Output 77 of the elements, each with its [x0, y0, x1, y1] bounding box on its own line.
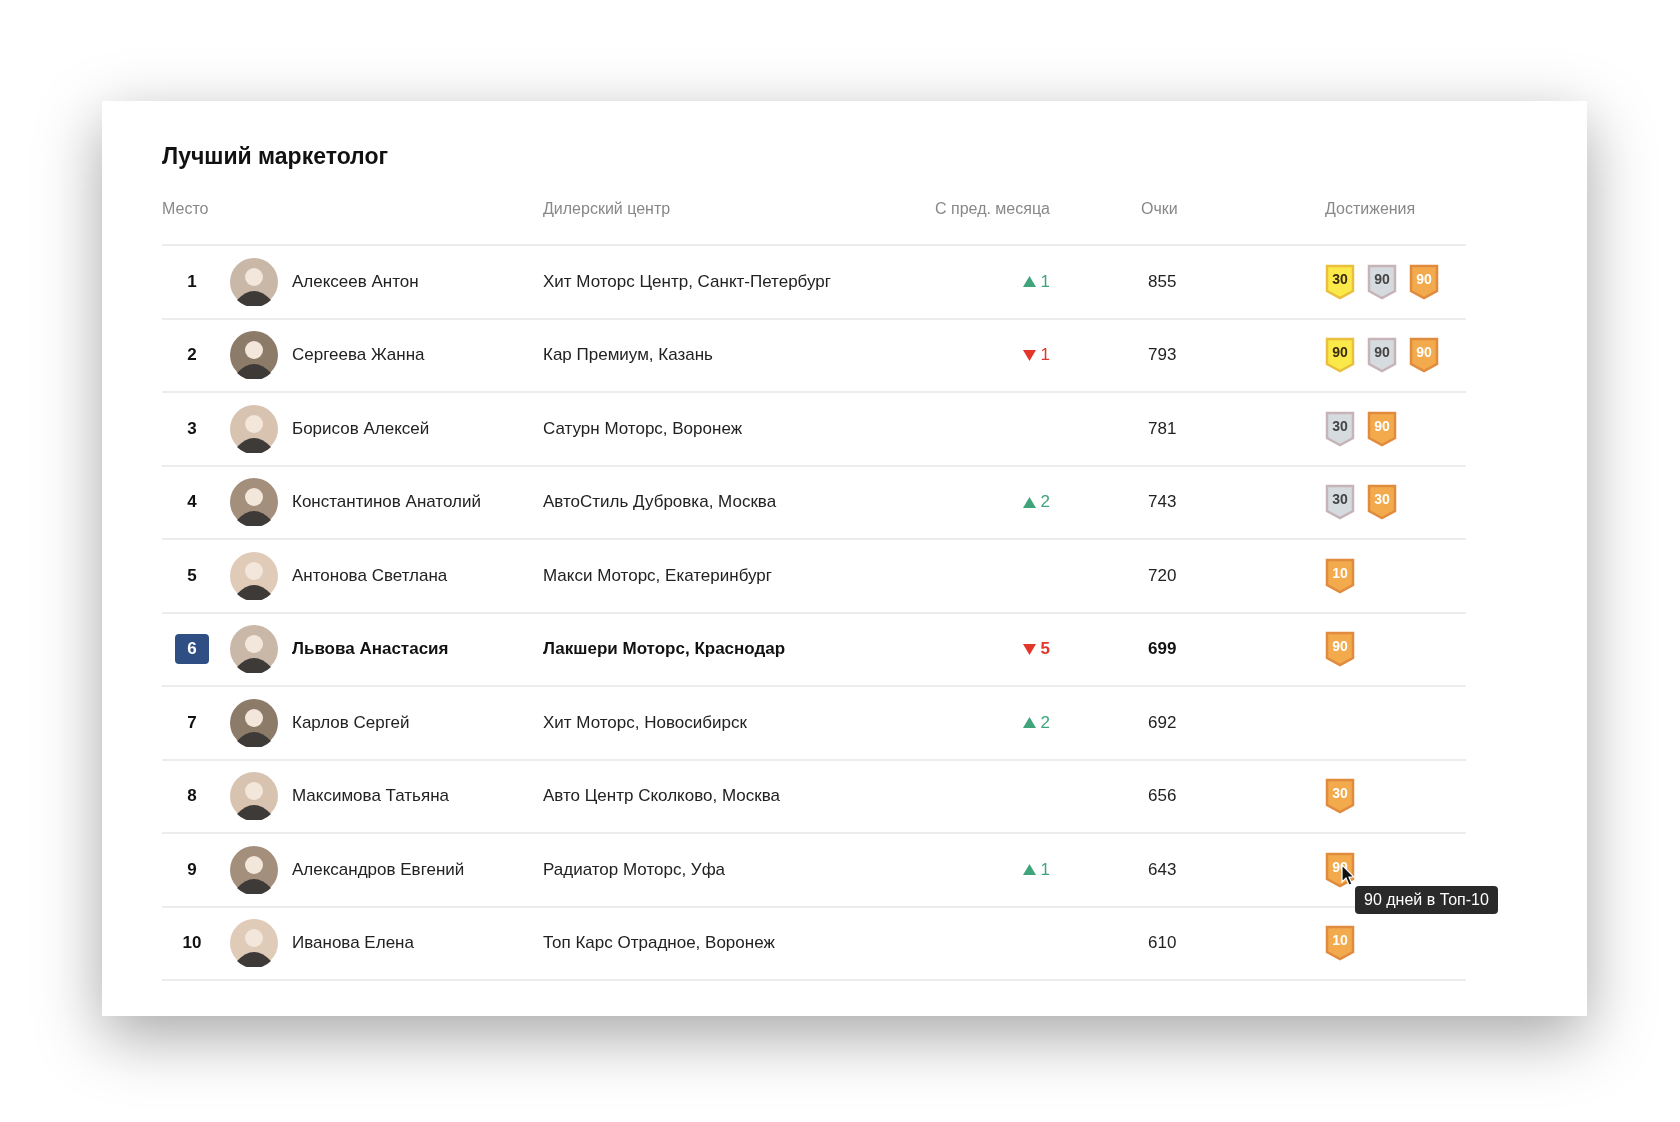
column-header: С пред. месяца: [935, 200, 1050, 218]
person-name: Иванова Елена: [292, 933, 414, 954]
person-name: Александров Евгений: [292, 859, 465, 880]
points-value: 781: [1147, 418, 1177, 439]
achievement-badge[interactable]: 30: [1325, 263, 1355, 300]
rank-number: 5: [186, 564, 198, 587]
rank-change: 1: [1022, 345, 1050, 366]
rank-number: 7: [186, 711, 198, 734]
dealer-name: Кар Премиум, Казань: [543, 345, 713, 366]
person-name: Карлов Сергей: [292, 712, 410, 733]
achievement-badge[interactable]: 30: [1325, 484, 1355, 521]
achievement-badge[interactable]: 10: [1325, 925, 1355, 962]
rank-number: 9: [186, 858, 198, 881]
rank-change: 1: [1022, 859, 1050, 880]
rank-number: 4: [186, 491, 198, 514]
person-name: Максимова Татьяна: [292, 786, 449, 807]
column-header: Место: [162, 200, 209, 218]
points-value: 720: [1147, 565, 1177, 586]
avatar-icon: [230, 478, 278, 527]
achievement-badge[interactable]: 90: [1367, 410, 1397, 447]
points-value: 643: [1147, 859, 1177, 880]
dealer-name: Топ Карс Отрадное, Воронеж: [543, 933, 775, 954]
achievement-badge[interactable]: 30: [1367, 484, 1397, 521]
points-value: 699: [1147, 639, 1177, 660]
avatar-icon: [230, 625, 278, 674]
page-title: Лучший маркетолог: [162, 143, 390, 170]
achievement-badge[interactable]: 10: [1325, 557, 1355, 594]
avatar-icon: [230, 845, 278, 894]
dealer-name: Сатурн Моторс, Воронеж: [543, 418, 742, 439]
dealer-name: Хит Моторс Центр, Санкт-Петербург: [543, 271, 831, 292]
rank-change: 1: [1022, 271, 1050, 292]
achievement-badge[interactable]: 90: [1409, 337, 1439, 374]
avatar-icon: [230, 919, 278, 968]
achievement-badge[interactable]: 90: [1367, 263, 1397, 300]
avatar-icon: [230, 551, 278, 600]
rank-number: 8: [186, 785, 198, 808]
tooltip: 90 дней в Топ-10: [1355, 885, 1498, 914]
dealer-name: Хит Моторс, Новосибирск: [543, 712, 747, 733]
person-name: Борисов Алексей: [292, 418, 430, 439]
column-header: Достижения: [1325, 200, 1416, 218]
points-value: 855: [1147, 271, 1177, 292]
person-name: Константинов Анатолий: [292, 492, 481, 513]
achievement-badge[interactable]: 30: [1325, 410, 1355, 447]
avatar-icon: [230, 772, 278, 821]
avatar-icon: [230, 257, 278, 306]
person-name: Сергеева Жанна: [292, 345, 425, 366]
points-value: 692: [1147, 712, 1177, 733]
points-value: 656: [1147, 786, 1177, 807]
achievement-badge[interactable]: 90: [1325, 631, 1355, 668]
rank-change: 5: [1022, 639, 1050, 660]
achievement-badge[interactable]: 90: [1325, 337, 1355, 374]
rank-number: 6: [175, 634, 209, 665]
dealer-name: АвтоСтиль Дубровка, Москва: [543, 492, 777, 513]
points-value: 743: [1147, 492, 1177, 513]
person-name: Антонова Светлана: [292, 565, 448, 586]
avatar-icon: [230, 698, 278, 747]
points-value: 793: [1147, 345, 1177, 366]
achievement-badge[interactable]: 30: [1325, 778, 1355, 815]
person-name: Алексеев Антон: [292, 271, 419, 292]
column-header: Дилерский центр: [543, 200, 671, 218]
achievement-badge[interactable]: 90: [1409, 263, 1439, 300]
dealer-name: Авто Центр Сколково, Москва: [543, 786, 780, 807]
rank-number: 1: [186, 270, 198, 293]
rank-number: 3: [186, 417, 198, 440]
rank-number: 10: [181, 932, 203, 955]
rank-number: 2: [186, 344, 198, 367]
dealer-name: Радиатор Моторс, Уфа: [543, 859, 726, 880]
points-value: 610: [1147, 933, 1177, 954]
rank-change: 2: [1022, 712, 1050, 733]
avatar-icon: [230, 404, 278, 453]
person-name: Львова Анастасия: [292, 639, 449, 660]
dealer-name: Лакшери Моторс, Краснодар: [543, 639, 786, 660]
column-header: Очки: [1140, 200, 1178, 218]
avatar-icon: [230, 331, 278, 380]
rank-change: 2: [1022, 492, 1050, 513]
achievement-badge[interactable]: 90: [1367, 337, 1397, 374]
dealer-name: Макси Моторс, Екатеринбург: [543, 565, 772, 586]
